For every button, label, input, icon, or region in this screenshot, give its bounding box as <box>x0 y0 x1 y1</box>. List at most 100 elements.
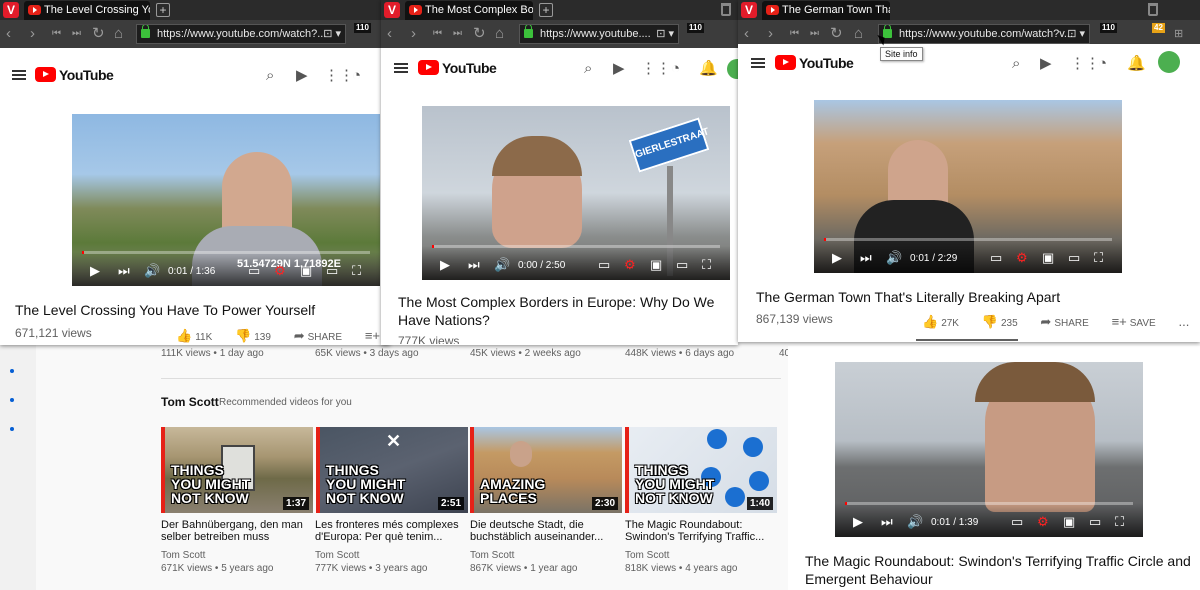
create-video-icon[interactable]: ▶ <box>296 68 308 84</box>
video-title-link[interactable]: Der Bahnübergang, den man selber betreib… <box>161 519 311 543</box>
video-thumbnail[interactable]: ✕ THINGS YOU MIGHT NOT KNOW 2:51 <box>316 427 468 513</box>
settings-icon[interactable]: ⚙ <box>1016 251 1028 265</box>
fullscreen-icon[interactable]: ⛶ <box>702 258 711 272</box>
youtube-logo[interactable]: YouTube <box>35 67 114 83</box>
notifications-icon[interactable]: 🔔 <box>1127 56 1146 72</box>
forward-icon[interactable]: › <box>30 26 35 41</box>
lock-icon[interactable] <box>524 25 533 38</box>
notification-badge[interactable]: 42 <box>1152 23 1165 33</box>
bookmark-icon[interactable]: ⊡ ▾ <box>656 25 674 43</box>
video-player[interactable]: ▶ ⏭ 🔊 0:01 / 2:29 ▭ ⚙ ▣ ▭ ⛶ <box>814 100 1122 273</box>
next-icon[interactable]: ⏭ <box>468 258 480 272</box>
next-icon[interactable]: ⏭ <box>860 251 872 265</box>
video-title-link[interactable]: The Magic Roundabout: Swindon's Terrifyi… <box>625 519 775 543</box>
progress-bar[interactable] <box>82 251 370 254</box>
vivaldi-menu-icon[interactable]: V <box>3 2 19 18</box>
miniplayer-icon[interactable]: ▣ <box>300 264 312 278</box>
tab-active[interactable]: The German Town That's Lit <box>762 1 890 20</box>
settings-icon[interactable]: ⚙ <box>274 264 286 278</box>
progress-bar[interactable] <box>824 238 1112 241</box>
menu-icon[interactable] <box>12 70 26 80</box>
rewind-icon[interactable]: ⏮ <box>433 27 442 41</box>
messages-icon[interactable]: ◔ <box>352 68 361 84</box>
reload-icon[interactable]: ↻ <box>473 26 486 41</box>
subtitles-icon[interactable]: ▭ <box>248 264 260 278</box>
reload-icon[interactable]: ↻ <box>830 26 843 41</box>
apps-grid-icon[interactable]: ⋮⋮ <box>324 68 354 84</box>
extension-badge[interactable]: 110 <box>354 23 371 33</box>
fastforward-icon[interactable]: ⏭ <box>810 27 819 41</box>
dislike-button[interactable]: 👎 235 <box>982 314 1028 330</box>
sidebar-dot[interactable] <box>10 398 14 402</box>
panel-icon[interactable]: ⊞ <box>1174 27 1183 41</box>
channel-name[interactable]: Tom Scott <box>161 550 205 561</box>
youtube-logo[interactable]: YouTube <box>775 55 854 71</box>
new-tab-button[interactable]: + <box>539 3 553 17</box>
url-field[interactable]: https://www.youtube.com/watch?v... ⊡ ▾ <box>878 24 1090 44</box>
menu-icon[interactable] <box>394 63 408 73</box>
fullscreen-icon[interactable]: ⛶ <box>1115 515 1124 529</box>
volume-icon[interactable]: 🔊 <box>494 258 510 272</box>
lock-icon[interactable] <box>141 25 150 38</box>
extension-badge[interactable]: 110 <box>1100 23 1117 33</box>
messages-icon[interactable]: ◔ <box>671 61 680 77</box>
search-icon[interactable]: ⌕ <box>266 68 274 84</box>
home-icon[interactable]: ⌂ <box>854 26 863 41</box>
tab-active[interactable]: The Most Complex Borders <box>405 1 533 20</box>
theater-icon[interactable]: ▭ <box>1089 515 1101 529</box>
share-button[interactable]: ➦ SHARE <box>294 328 352 344</box>
volume-icon[interactable]: 🔊 <box>886 251 902 265</box>
forward-icon[interactable]: › <box>768 26 773 41</box>
bookmark-icon[interactable]: ⊡ ▾ <box>1067 25 1085 43</box>
search-icon[interactable]: ⌕ <box>584 61 592 77</box>
avatar[interactable] <box>727 59 738 79</box>
theater-icon[interactable]: ▭ <box>1068 251 1080 265</box>
rewind-icon[interactable]: ⏮ <box>790 27 799 41</box>
video-title-link[interactable]: Les fronteres més complexes d'Europa: Pe… <box>315 519 465 543</box>
video-player[interactable]: ▶ ⏭ 🔊 0:01 / 1:39 ▭ ⚙ ▣ ▭ ⛶ <box>835 362 1143 537</box>
settings-icon[interactable]: ⚙ <box>1037 515 1049 529</box>
trash-icon[interactable] <box>1148 3 1158 16</box>
apps-grid-icon[interactable]: ⋮⋮ <box>641 61 671 77</box>
video-player[interactable]: 51.54729N 1.71892E ▶ ⏭ 🔊 0:01 / 1:36 ▭ ⚙… <box>72 114 380 286</box>
vivaldi-menu-icon[interactable]: V <box>741 2 757 18</box>
back-icon[interactable]: ‹ <box>387 26 392 41</box>
progress-bar[interactable] <box>845 502 1133 505</box>
volume-icon[interactable]: 🔊 <box>144 264 160 278</box>
play-icon[interactable]: ▶ <box>853 515 863 529</box>
section-channel-title[interactable]: Tom Scott <box>161 395 219 409</box>
channel-name[interactable]: Tom Scott <box>470 550 514 561</box>
theater-icon[interactable]: ▭ <box>326 264 338 278</box>
search-icon[interactable]: ⌕ <box>1012 56 1020 72</box>
avatar[interactable] <box>1158 51 1180 73</box>
back-icon[interactable]: ‹ <box>6 26 11 41</box>
forward-icon[interactable]: › <box>411 26 416 41</box>
bookmark-icon[interactable]: ⊡ ▾ <box>323 25 341 43</box>
subtitles-icon[interactable]: ▭ <box>1011 515 1023 529</box>
notifications-icon[interactable]: 🔔 <box>699 61 718 77</box>
sidebar-dot[interactable] <box>10 427 14 431</box>
fullscreen-icon[interactable]: ⛶ <box>1094 251 1103 265</box>
home-icon[interactable]: ⌂ <box>114 26 123 41</box>
video-thumbnail[interactable]: AMAZING PLACES 2:30 <box>470 427 622 513</box>
theater-icon[interactable]: ▭ <box>676 258 688 272</box>
url-field[interactable]: https://www.youtube.com/watch?... ⊡ ▾ <box>136 24 346 44</box>
video-thumbnail[interactable]: THINGS YOU MIGHT NOT KNOW 1:40 <box>625 427 777 513</box>
subtitles-icon[interactable]: ▭ <box>990 251 1002 265</box>
rewind-icon[interactable]: ⏮ <box>52 27 61 41</box>
miniplayer-icon[interactable]: ▣ <box>1063 515 1075 529</box>
video-player[interactable]: GIERLESTRAAT ▶ ⏭ 🔊 0:00 / 2:50 ▭ ⚙ ▣ ▭ ⛶ <box>422 106 730 280</box>
back-icon[interactable]: ‹ <box>744 26 749 41</box>
dislike-button[interactable]: 👎 139 <box>235 328 281 344</box>
vivaldi-menu-icon[interactable]: V <box>384 2 400 18</box>
create-video-icon[interactable]: ▶ <box>613 61 625 77</box>
fullscreen-icon[interactable]: ⛶ <box>352 264 361 278</box>
share-button[interactable]: ➦ SHARE <box>1040 314 1098 330</box>
save-button[interactable]: ≡+ SAVE <box>1112 314 1166 329</box>
next-icon[interactable]: ⏭ <box>881 515 893 529</box>
subtitles-icon[interactable]: ▭ <box>598 258 610 272</box>
sidebar-dot[interactable] <box>10 369 14 373</box>
settings-icon[interactable]: ⚙ <box>624 258 636 272</box>
youtube-logo[interactable]: YouTube <box>418 60 497 76</box>
extension-badge[interactable]: 110 <box>687 23 704 33</box>
